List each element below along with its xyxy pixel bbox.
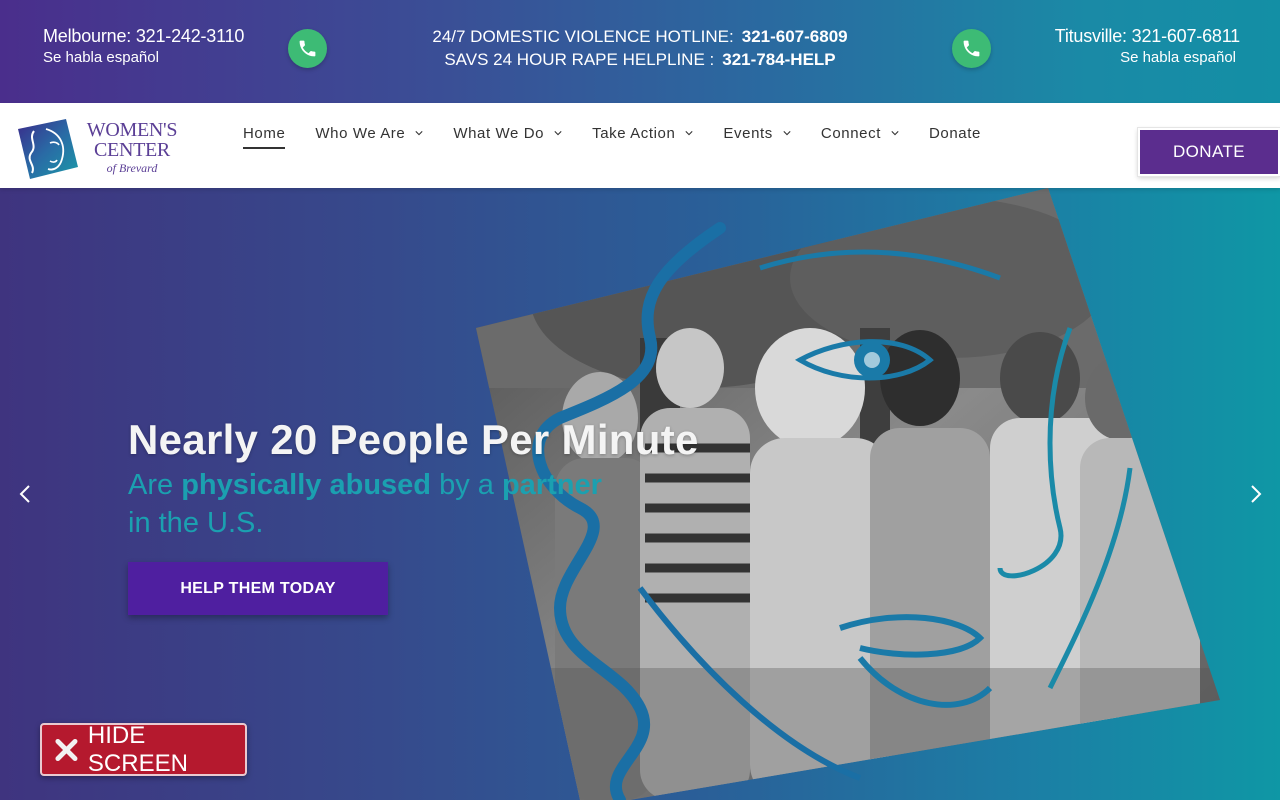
titusville-contact: Titusville: 321-607-6811 Se habla españo… (1055, 25, 1241, 68)
hotline-number[interactable]: 321-607-6809 (742, 27, 848, 46)
nav-menu: Home Who We Are What We Do Take Action E… (243, 123, 1011, 149)
titusville-phone-link[interactable]: Titusville: 321-607-6811 (1055, 25, 1241, 47)
nav-item-label: Home (243, 125, 286, 142)
close-icon (55, 738, 78, 761)
logo-wordmark: WOMEN'S CENTER of Brevard (84, 120, 180, 175)
chevron-down-icon (783, 131, 791, 136)
nav-item-what-we-do[interactable]: What We Do (453, 123, 562, 149)
main-navigation: WOMEN'S CENTER of Brevard Home Who We Ar… (0, 103, 1280, 188)
nav-item-home[interactable]: Home (243, 123, 286, 149)
logo-mark-icon (18, 119, 78, 179)
helpline-label: SAVS 24 HOUR RAPE HELPLINE : (444, 50, 715, 69)
top-contact-bar: Melbourne: 321-242-3110 Se habla español… (0, 0, 1280, 103)
titusville-spanish-note: Se habla español (1120, 49, 1236, 66)
nav-item-label: What We Do (453, 125, 545, 142)
nav-item-who-we-are[interactable]: Who We Are (315, 123, 423, 149)
chevron-down-icon (685, 131, 694, 136)
chevron-left-icon[interactable] (18, 484, 32, 504)
site-logo[interactable]: WOMEN'S CENTER of Brevard (16, 117, 186, 181)
chevron-down-icon (554, 131, 562, 136)
nav-item-take-action[interactable]: Take Action (592, 123, 694, 149)
nav-item-events[interactable]: Events (723, 123, 791, 149)
hero-sub-part: Are (128, 469, 182, 501)
hero-slider: Nearly 20 People Per Minute Are physical… (0, 188, 1280, 800)
nav-item-label: Who We Are (315, 125, 406, 142)
nav-item-label: Events (723, 125, 773, 142)
hero-subheadline: Are physically abused by a partner in th… (128, 466, 602, 542)
nav-item-donate[interactable]: Donate (929, 123, 981, 149)
hide-screen-button[interactable]: HIDE SCREEN (40, 721, 247, 777)
nav-item-label: Take Action (592, 125, 676, 142)
hero-sub-emphasis: partner (501, 469, 602, 501)
logo-line-2: CENTER (94, 139, 170, 161)
hero-sub-line-2: in the U.S. (128, 507, 264, 539)
helpline-number[interactable]: 321-784-HELP (722, 50, 835, 69)
nav-item-label: Donate (928, 125, 981, 142)
chevron-down-icon (891, 131, 899, 136)
nav-item-connect[interactable]: Connect (821, 123, 899, 149)
chevron-down-icon (415, 131, 423, 136)
call-titusville-button[interactable] (952, 29, 991, 68)
hero-sub-part: by a (431, 469, 502, 501)
hide-screen-label: HIDE SCREEN (87, 721, 188, 777)
donate-button[interactable]: DONATE (1138, 128, 1280, 176)
nav-item-label: Connect (820, 125, 881, 142)
hotline-label: 24/7 DOMESTIC VIOLENCE HOTLINE: (432, 27, 734, 46)
phone-icon (963, 40, 980, 57)
hero-headline: Nearly 20 People Per Minute (128, 416, 699, 463)
chevron-right-icon[interactable] (1249, 484, 1263, 504)
help-them-today-button[interactable]: HELP THEM TODAY (128, 562, 388, 615)
logo-line-1: WOMEN'S (86, 119, 178, 141)
logo-line-3: of Brevard (106, 161, 158, 175)
hero-sub-emphasis: physically abused (181, 469, 432, 501)
